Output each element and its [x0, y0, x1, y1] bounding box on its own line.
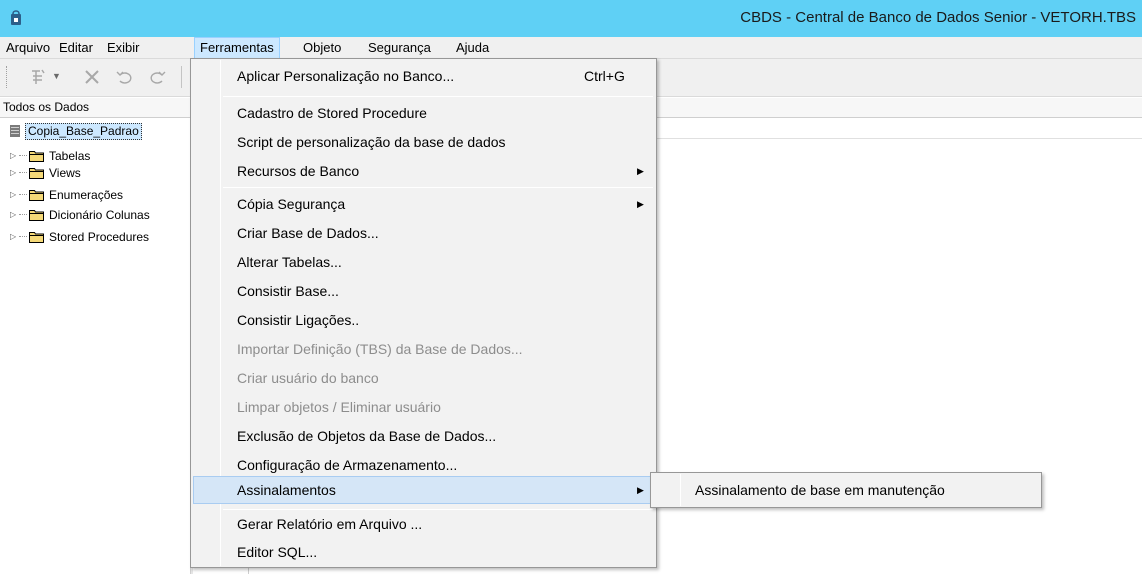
- menu-item-label: Criar usuário do banco: [237, 370, 379, 386]
- expand-arrow-icon[interactable]: ▷: [10, 232, 19, 241]
- menu-item-label: Limpar objetos / Eliminar usuário: [237, 399, 441, 415]
- menu-item-label: Assinalamento de base em manutenção: [695, 482, 945, 498]
- menu-item-exclusao-objetos[interactable]: Exclusão de Objetos da Base de Dados...: [193, 422, 654, 450]
- new-object-icon[interactable]: [28, 67, 48, 87]
- menu-ajuda[interactable]: Ajuda: [451, 37, 494, 59]
- folder-icon: [29, 189, 44, 201]
- toolbar-grip[interactable]: [6, 66, 9, 88]
- menu-exibir[interactable]: Exibir: [102, 37, 145, 59]
- dropdown-arrow-icon[interactable]: ▼: [52, 71, 61, 81]
- menu-item-label: Recursos de Banco: [237, 163, 360, 179]
- expand-arrow-icon[interactable]: ▷: [10, 190, 19, 199]
- menu-item-recursos-banco[interactable]: Recursos de Banco ▶: [193, 157, 654, 185]
- menu-item-aplicar-personalizacao[interactable]: Aplicar Personalização no Banco... Ctrl+…: [193, 62, 654, 90]
- menu-item-label: Cadastro de Stored Procedure: [237, 105, 427, 121]
- menu-item-alterar-tabelas[interactable]: Alterar Tabelas...: [193, 248, 654, 276]
- menu-item-label: Importar Definição (TBS) da Base de Dado…: [237, 341, 523, 357]
- tree-pane: Todos os Dados Copia_Base_Padrao ▷ Tabel…: [0, 98, 190, 574]
- window-title: CBDS - Central de Banco de Dados Senior …: [740, 9, 1136, 26]
- menu-item-assinalamentos[interactable]: Assinalamentos ▶: [193, 476, 654, 504]
- title-bar[interactable]: CBDS - Central de Banco de Dados Senior …: [0, 0, 1142, 37]
- expand-arrow-icon[interactable]: ▷: [10, 151, 19, 160]
- tree-node-label: Stored Procedures: [49, 229, 150, 244]
- menu-bar: Arquivo Editar Exibir Ferramentas Objeto…: [0, 37, 1142, 59]
- menu-item-label: Cópia Segurança: [237, 196, 346, 212]
- menu-item-label: Exclusão de Objetos da Base de Dados...: [237, 428, 497, 444]
- expand-arrow-icon[interactable]: ▷: [10, 168, 19, 177]
- menu-item-shortcut: Ctrl+G: [584, 68, 625, 84]
- menu-item-criar-usuario: Criar usuário do banco: [193, 364, 654, 392]
- menu-item-label: Script de personalização da base de dado…: [237, 134, 506, 150]
- folder-icon: [29, 150, 44, 162]
- menu-item-consistir-base[interactable]: Consistir Base...: [193, 277, 654, 305]
- delete-icon[interactable]: [82, 67, 102, 87]
- toolbar-separator: [181, 66, 182, 88]
- tree-node-enumeracoes[interactable]: ▷ Enumerações: [10, 186, 123, 203]
- menu-item-limpar-objetos: Limpar objetos / Eliminar usuário: [193, 393, 654, 421]
- menu-item-label: Alterar Tabelas...: [237, 254, 342, 270]
- menu-item-label: Consistir Base...: [237, 283, 339, 299]
- menu-item-importar-definicao: Importar Definição (TBS) da Base de Dado…: [193, 335, 654, 363]
- undo-icon[interactable]: [114, 67, 134, 87]
- app-icon: [11, 10, 21, 25]
- tree-node-label: Dicionário Colunas: [49, 207, 150, 222]
- tree-node-tabelas[interactable]: ▷ Tabelas: [10, 147, 90, 164]
- menu-item-consistir-ligacoes[interactable]: Consistir Ligações..: [193, 306, 654, 334]
- menu-item-gerar-relatorio[interactable]: Gerar Relatório em Arquivo ...: [193, 510, 654, 538]
- tree-node-dicionario-colunas[interactable]: ▷ Dicionário Colunas: [10, 206, 150, 223]
- assinalamentos-submenu: Assinalamento de base em manutenção: [650, 472, 1042, 508]
- menu-seguranca[interactable]: Segurança: [363, 37, 436, 59]
- tree-connector: [19, 172, 27, 173]
- menu-item-assinalamento-manutencao[interactable]: Assinalamento de base em manutenção: [653, 476, 1039, 504]
- redo-icon[interactable]: [148, 67, 168, 87]
- submenu-arrow-icon: ▶: [637, 199, 644, 209]
- menu-separator: [223, 187, 653, 188]
- tree-node-label: Tabelas: [49, 148, 91, 163]
- menu-item-script-personalizacao[interactable]: Script de personalização da base de dado…: [193, 128, 654, 156]
- expand-arrow-icon[interactable]: ▷: [10, 210, 19, 219]
- menu-item-copia-seguranca[interactable]: Cópia Segurança ▶: [193, 190, 654, 218]
- folder-icon: [29, 167, 44, 179]
- tree-connector: [19, 155, 27, 156]
- database-icon: [10, 125, 20, 137]
- menu-item-label: Assinalamentos: [237, 482, 336, 498]
- tree-connector: [19, 236, 27, 237]
- tree-connector: [19, 214, 27, 215]
- menu-item-label: Aplicar Personalização no Banco...: [237, 68, 455, 84]
- menu-ferramentas[interactable]: Ferramentas: [194, 37, 280, 59]
- menu-item-label: Configuração de Armazenamento...: [237, 457, 458, 473]
- tree-node-label: Enumerações: [49, 187, 124, 202]
- menu-item-label: Criar Base de Dados...: [237, 225, 379, 241]
- submenu-arrow-icon: ▶: [637, 485, 644, 495]
- tree-node-label: Views: [49, 165, 81, 180]
- submenu-arrow-icon: ▶: [637, 166, 644, 176]
- menu-item-cadastro-stored-procedure[interactable]: Cadastro de Stored Procedure: [193, 99, 654, 127]
- tree-root-label: Copia_Base_Padrao: [25, 122, 142, 140]
- tree-node-stored-procedures[interactable]: ▷ Stored Procedures: [10, 228, 149, 245]
- ferramentas-menu: Aplicar Personalização no Banco... Ctrl+…: [190, 58, 657, 568]
- menu-separator: [223, 96, 653, 97]
- tree-connector: [19, 194, 27, 195]
- tree-node-views[interactable]: ▷ Views: [10, 164, 81, 181]
- menu-item-label: Consistir Ligações..: [237, 312, 360, 328]
- menu-item-label: Gerar Relatório em Arquivo ...: [237, 516, 423, 532]
- menu-editar[interactable]: Editar: [54, 37, 98, 59]
- menu-item-label: Editor SQL...: [237, 544, 318, 560]
- tree-root[interactable]: Copia_Base_Padrao: [8, 122, 142, 140]
- folder-icon: [29, 209, 44, 221]
- menu-objeto[interactable]: Objeto: [298, 37, 346, 59]
- application-window: CBDS - Central de Banco de Dados Senior …: [0, 0, 1142, 574]
- menu-item-configuracao-armazenamento[interactable]: Configuração de Armazenamento...: [193, 451, 654, 479]
- menu-item-criar-base[interactable]: Criar Base de Dados...: [193, 219, 654, 247]
- menu-arquivo[interactable]: Arquivo: [1, 37, 55, 59]
- folder-icon: [29, 231, 44, 243]
- menu-item-editor-sql[interactable]: Editor SQL...: [193, 538, 654, 566]
- tree-header: Todos os Dados: [0, 98, 190, 118]
